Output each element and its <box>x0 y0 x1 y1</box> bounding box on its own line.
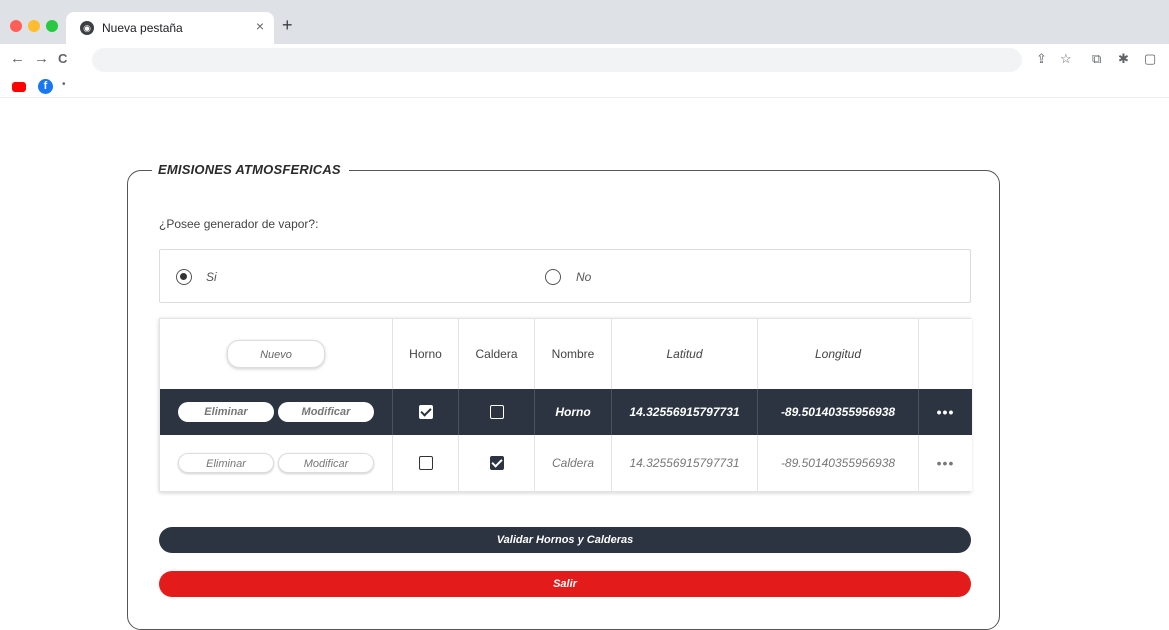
star-icon[interactable]: ☆ <box>1060 51 1072 67</box>
validate-button[interactable]: Validar Hornos y Calderas <box>159 527 971 553</box>
browser-tab-bar: ◉ Nueva pestaña × + <box>0 0 1169 44</box>
close-window-icon[interactable] <box>10 20 22 32</box>
more-options-icon[interactable]: ••• <box>919 389 972 435</box>
forward-icon[interactable]: → <box>34 50 49 68</box>
back-icon[interactable]: ← <box>10 50 25 68</box>
tab-close-icon[interactable]: × <box>256 18 264 34</box>
more-options-icon[interactable]: ••• <box>919 435 972 491</box>
reload-icon[interactable]: C <box>58 50 67 68</box>
cell-nombre: Horno <box>535 389 612 435</box>
minimize-window-icon[interactable] <box>28 20 40 32</box>
chrome-icon: ◉ <box>80 21 94 35</box>
table-header-row: Nuevo Horno Caldera Nombre Latitud Longi… <box>160 319 972 389</box>
address-bar[interactable] <box>92 48 1022 72</box>
extension-icon[interactable]: ⧉ <box>1092 51 1101 67</box>
header-longitud: Longitud <box>758 319 919 389</box>
question-label: ¿Posee generador de vapor?: <box>159 217 319 231</box>
new-button[interactable]: Nuevo <box>227 340 325 368</box>
caldera-checkbox[interactable] <box>489 456 504 470</box>
header-caldera: Caldera <box>459 319 535 389</box>
cell-latitud: 14.32556915797731 <box>612 389 758 435</box>
radio-si[interactable] <box>176 269 192 285</box>
delete-button[interactable]: Eliminar <box>178 402 274 422</box>
header-actions <box>919 319 972 389</box>
edit-button[interactable]: Modificar <box>278 402 374 422</box>
edit-button[interactable]: Modificar <box>278 453 374 473</box>
table-row[interactable]: Eliminar Modificar Caldera 14.3255691579… <box>160 435 972 491</box>
radio-no[interactable] <box>545 269 561 285</box>
cell-latitud: 14.32556915797731 <box>612 435 758 491</box>
browser-tab[interactable]: ◉ Nueva pestaña × <box>66 12 274 44</box>
header-latitud: Latitud <box>612 319 758 389</box>
puzzle-icon[interactable]: ✱ <box>1118 51 1129 67</box>
table-row[interactable]: Eliminar Modificar Horno 14.325569157977… <box>160 389 972 435</box>
header-horno: Horno <box>393 319 459 389</box>
bookmarks-bar: f • <box>0 76 1169 98</box>
facebook-icon[interactable]: f <box>38 79 53 94</box>
cell-longitud: -89.50140355956938 <box>758 435 919 491</box>
share-icon[interactable]: ⇪ <box>1036 51 1047 67</box>
maximize-window-icon[interactable] <box>46 20 58 32</box>
caldera-checkbox[interactable] <box>489 405 504 419</box>
header-nombre: Nombre <box>535 319 612 389</box>
radio-si-label: Si <box>206 270 217 284</box>
radio-no-label: No <box>576 270 592 284</box>
new-tab-icon[interactable]: + <box>282 16 293 34</box>
horno-checkbox[interactable] <box>418 456 433 470</box>
horno-checkbox[interactable] <box>418 405 433 419</box>
cell-nombre: Caldera <box>535 435 612 491</box>
radio-group: Si No <box>159 249 971 303</box>
tab-title: Nueva pestaña <box>102 21 183 35</box>
browser-toolbar: ← → C ⇪ ☆ ⧉ ✱ ▢ <box>0 44 1169 76</box>
equipment-table: Nuevo Horno Caldera Nombre Latitud Longi… <box>159 318 972 492</box>
section-title: EMISIONES ATMOSFERICAS <box>152 162 349 177</box>
cell-longitud: -89.50140355956938 <box>758 389 919 435</box>
delete-button[interactable]: Eliminar <box>178 453 274 473</box>
exit-button[interactable]: Salir <box>159 571 971 597</box>
bookmark-dot-icon[interactable]: • <box>62 79 66 90</box>
sidebar-icon[interactable]: ▢ <box>1144 51 1156 67</box>
youtube-icon[interactable] <box>12 82 26 92</box>
